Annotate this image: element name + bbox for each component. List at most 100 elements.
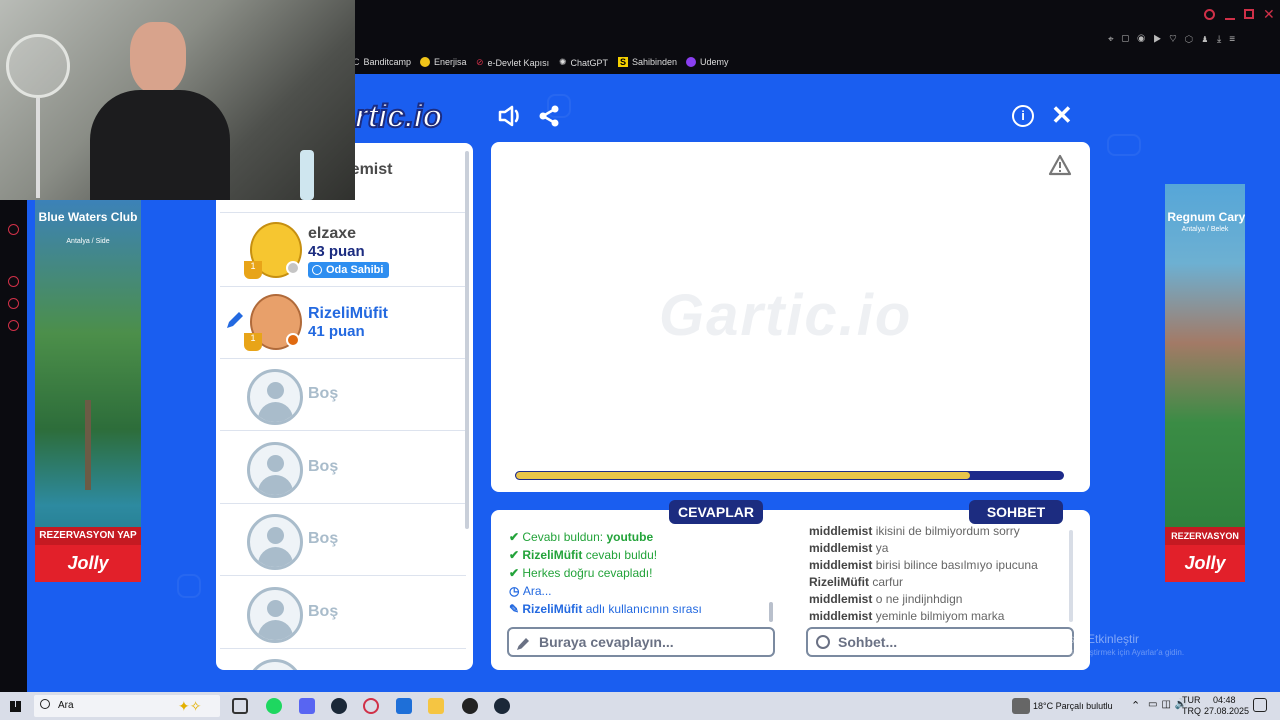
empty-slot: [220, 649, 466, 670]
steam-icon-2[interactable]: [494, 698, 510, 714]
bookmark-udemy[interactable]: Udemy: [686, 57, 729, 67]
windows-start-icon[interactable]: [10, 701, 21, 712]
gartic-logo: rtic.io: [354, 97, 443, 135]
player-points: 41 puan: [308, 323, 365, 340]
canvas-watermark: Gartic.io: [659, 283, 913, 348]
search-icon[interactable]: [1204, 9, 1215, 20]
right-ad[interactable]: Regnum Caryo Antalya / Belek REZERVASYON…: [1165, 184, 1245, 582]
weather-icon[interactable]: [1012, 698, 1030, 714]
search-icon: [40, 699, 50, 709]
taskbar-search[interactable]: Ara ✦✧: [34, 695, 220, 717]
pencil-icon: [224, 309, 246, 331]
chat-message: middlemist yeminle bilmiyom marka: [809, 609, 1005, 623]
players-scrollbar[interactable]: [465, 151, 469, 529]
player-name: RizeliMüfit: [308, 305, 388, 322]
steam-icon[interactable]: [331, 698, 347, 714]
check-icon: ✔: [509, 530, 523, 544]
udemy-icon: [686, 57, 696, 67]
chat-message: middlemist o ne jindijnhdign: [809, 592, 963, 606]
answers-list: ✔ Cevabı buldun: youtube ✔ RizeliMüfit ce…: [509, 530, 779, 626]
pencil-icon: ✎: [509, 602, 523, 616]
close-icon[interactable]: ✕: [1263, 6, 1275, 23]
bookmark-chatgpt[interactable]: ✺ ChatGPT: [559, 57, 608, 68]
owner-icon: [312, 265, 322, 275]
warning-icon[interactable]: [1048, 154, 1072, 176]
weather-text[interactable]: 18°C Parçalı bulutlu: [1033, 701, 1113, 711]
chat-scrollbar[interactable]: [1069, 530, 1073, 622]
sound-icon[interactable]: [497, 104, 523, 128]
enerjisa-icon: [420, 57, 430, 67]
check-icon: ✔: [509, 566, 523, 580]
answers-scrollbar[interactable]: [769, 602, 773, 622]
timer-fill: [516, 472, 970, 479]
opera-gx-icon[interactable]: [363, 698, 379, 714]
answer-input[interactable]: Buraya cevaplayın...: [507, 627, 775, 657]
player-points: 43 puan: [308, 243, 365, 260]
bookmark-enerjisa[interactable]: Enerjisa: [420, 57, 467, 67]
status-dot: [286, 261, 300, 275]
ad-brand: Jolly: [1165, 545, 1245, 582]
clock-time[interactable]: 04:48: [1213, 695, 1236, 705]
close-game-icon[interactable]: ✕: [1051, 100, 1073, 131]
round-timer-bar: [515, 471, 1064, 480]
pencil-icon: [515, 634, 531, 650]
trophy-icon: 1: [244, 333, 262, 351]
task-view-icon[interactable]: [232, 698, 248, 714]
tab-chat[interactable]: SOHBET: [969, 500, 1063, 524]
chatgpt-icon: ✺: [559, 57, 567, 67]
bookmark-edevlet[interactable]: ⊘ e-Devlet Kapısı: [476, 57, 549, 68]
tab-answers[interactable]: CEVAPLAR: [669, 500, 763, 524]
empty-slot: Boş: [220, 577, 466, 649]
player-name: elzaxe: [308, 225, 357, 242]
drawing-canvas[interactable]: Gartic.io: [491, 142, 1090, 492]
app-icon[interactable]: [462, 698, 478, 714]
empty-slot: Boş: [220, 432, 466, 504]
empty-label: Boş: [308, 458, 339, 475]
trophy-icon: 1: [244, 261, 262, 279]
bookmark-sahibinden[interactable]: S Sahibinden: [618, 57, 677, 67]
windows-activation-subtitle: Windows'u etkinleştirmek için Ayarlar'a …: [1026, 648, 1185, 657]
sidebar-icon-3[interactable]: [8, 298, 19, 309]
spotify-icon[interactable]: [266, 698, 282, 714]
store-icon[interactable]: [396, 698, 412, 714]
status-dot: [286, 333, 300, 347]
check-icon: ✔: [509, 548, 523, 562]
minimize-icon[interactable]: [1225, 18, 1235, 20]
empty-avatar: [247, 659, 303, 670]
share-icon[interactable]: [537, 104, 561, 128]
sidebar-icon-2[interactable]: [8, 276, 19, 287]
maximize-icon[interactable]: [1244, 9, 1254, 19]
notification-icon[interactable]: [1253, 698, 1267, 712]
player-row: 1 elzaxe 43 puan Oda Sahibi: [220, 215, 466, 287]
toolbar-icons[interactable]: ⌖▢◉▶♡⬡♟⤓≡: [1108, 34, 1243, 45]
windows-taskbar: Ara ✦✧ 18°C Parçalı bulutlu ⌃ ▭◫🔊 TUR TR…: [0, 692, 1280, 720]
sahibinden-icon: S: [618, 57, 629, 67]
players-panel: middlemist puan 1 elzaxe 43 puan Oda Sah…: [216, 143, 473, 670]
ad-title: Blue Waters Club: [38, 210, 138, 224]
ad-cta-button[interactable]: REZERVASYON YAP: [35, 527, 141, 545]
info-icon[interactable]: i: [1012, 105, 1034, 127]
empty-slot: Boş: [220, 504, 466, 576]
clock-date[interactable]: 27.08.2025: [1204, 706, 1249, 716]
chat-message: middlemist ya: [809, 541, 889, 555]
tray-chevron-icon[interactable]: ⌃: [1131, 699, 1140, 712]
person-body: [90, 90, 230, 200]
sidebar-icon-4[interactable]: [8, 320, 19, 331]
webcam-overlay: [0, 0, 355, 200]
ad-title: Regnum Caryo: [1167, 210, 1245, 224]
answer-message: ✔ Herkes doğru cevapladı!: [509, 566, 653, 580]
empty-avatar: [247, 442, 303, 498]
bookmark-banditcamp[interactable]: C Banditcamp: [353, 57, 411, 67]
discord-icon[interactable]: [299, 698, 315, 714]
language-indicator[interactable]: TUR: [1182, 695, 1201, 705]
room-owner-badge: Oda Sahibi: [308, 262, 390, 278]
sidebar-icon-1[interactable]: [8, 224, 19, 235]
file-explorer-icon[interactable]: [428, 698, 444, 714]
empty-avatar: [247, 514, 303, 570]
left-ad[interactable]: Blue Waters Club Antalya / Side REZERVAS…: [35, 200, 141, 582]
empty-avatar: [247, 369, 303, 425]
empty-label: Boş: [308, 603, 339, 620]
keyboard-layout[interactable]: TRQ: [1182, 706, 1201, 716]
search-highlight-icon: ✦✧: [178, 698, 202, 714]
person-head: [130, 22, 186, 94]
